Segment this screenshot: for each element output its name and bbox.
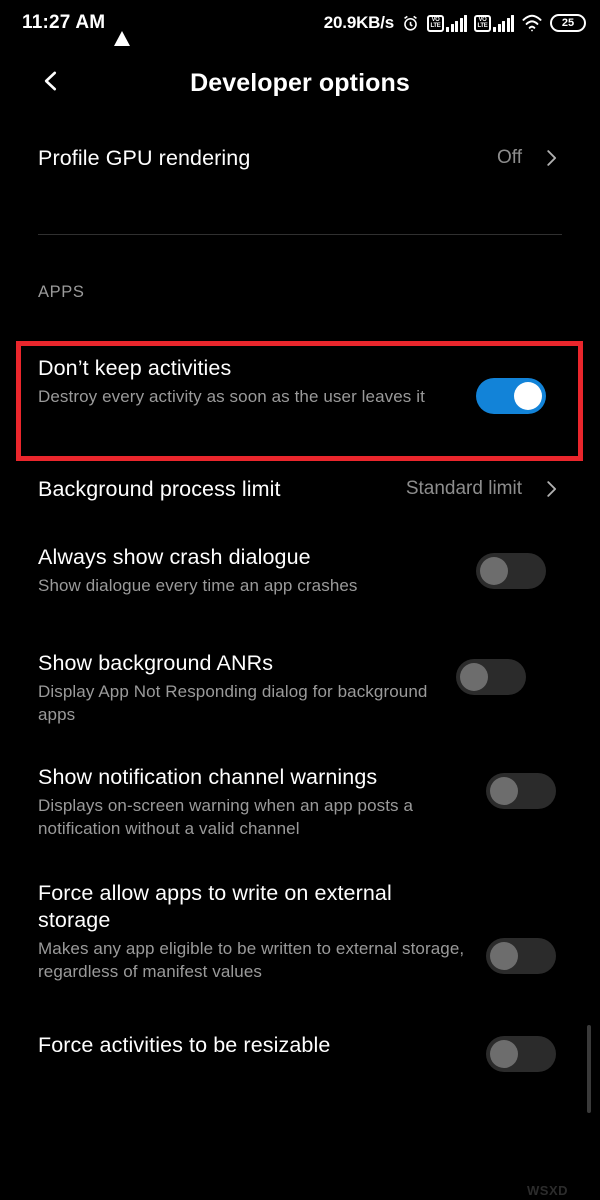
toggle-knob <box>490 777 518 805</box>
row-profile-gpu-rendering-title: Profile GPU rendering <box>38 145 251 170</box>
row-show-notification-channel-warnings-title: Show notification channel warnings <box>38 765 378 789</box>
volte-label-bottom: LTE <box>430 23 441 29</box>
section-header-apps: APPS <box>38 283 85 301</box>
back-button[interactable] <box>30 62 72 104</box>
toggle-force-allow-apps-external-storage[interactable] <box>486 938 556 974</box>
row-show-notification-channel-warnings[interactable]: Show notification channel warnings Displ… <box>0 764 600 860</box>
volte-sim1-icon: VO LTE <box>427 14 467 32</box>
toggle-always-show-crash-dialogue[interactable] <box>476 553 546 589</box>
toggle-dont-keep-activities[interactable] <box>476 377 546 414</box>
toggle-knob <box>514 381 542 410</box>
row-dont-keep-activities-title: Don’t keep activities <box>38 356 232 380</box>
toggle-knob <box>460 663 488 691</box>
app-header: Developer options <box>0 46 600 120</box>
page-title: Developer options <box>190 68 410 97</box>
row-background-process-limit-title: Background process limit <box>38 476 281 501</box>
volte-label-bottom-2: LTE <box>477 23 488 29</box>
toggle-knob <box>480 557 508 585</box>
signal-bars-sim2-icon <box>493 14 514 32</box>
signal-bars-sim1-icon <box>446 14 467 32</box>
toggle-knob <box>490 942 518 970</box>
row-show-background-anrs-text: Show background ANRs Display App Not Res… <box>38 650 438 726</box>
toggle-show-background-anrs[interactable] <box>456 659 526 695</box>
row-show-notification-channel-warnings-text: Show notification channel warnings Displ… <box>38 764 468 840</box>
volte-sim2-icon: VO LTE <box>474 14 514 32</box>
battery-icon: 25 <box>550 14 586 32</box>
row-force-allow-apps-external-storage[interactable]: Force allow apps to write on external st… <box>0 880 600 1010</box>
row-force-activities-resizable[interactable]: Force activities to be resizable <box>0 1032 600 1092</box>
row-background-process-limit-text: Background process limit <box>38 476 406 503</box>
row-show-background-anrs-title: Show background ANRs <box>38 651 274 675</box>
row-profile-gpu-rendering[interactable]: Profile GPU rendering Off <box>0 120 600 196</box>
row-force-activities-resizable-title: Force activities to be resizable <box>38 1033 331 1057</box>
row-show-notification-channel-warnings-sub: Displays on-screen warning when an app p… <box>38 796 414 838</box>
alarm-clock-icon <box>401 14 420 33</box>
vertical-scrollbar[interactable] <box>587 1025 591 1113</box>
chevron-right-icon-2 <box>538 478 562 500</box>
row-dont-keep-activities-sub: Destroy every activity as soon as the us… <box>38 387 425 406</box>
toggle-knob <box>490 1040 518 1068</box>
settings-list[interactable]: Profile GPU rendering Off APPS Don’t kee… <box>0 120 600 1092</box>
status-bar-clock: 11:27 AM <box>22 12 106 33</box>
row-force-allow-apps-external-storage-title: Force allow apps to write on external st… <box>38 881 392 932</box>
battery-level-label: 25 <box>561 17 575 29</box>
row-background-process-limit[interactable]: Background process limit Standard limit <box>0 458 600 520</box>
row-always-show-crash-dialogue-title: Always show crash dialogue <box>38 545 311 569</box>
row-show-background-anrs-sub: Display App Not Responding dialog for ba… <box>38 682 428 724</box>
toggle-force-activities-resizable[interactable] <box>486 1036 556 1072</box>
chevron-right-icon <box>538 147 562 169</box>
phone-screen: 11:27 AM 20.9KB/s VO LTE VO LTE 25 Devel… <box>0 0 600 1200</box>
row-always-show-crash-dialogue-sub: Show dialogue every time an app crashes <box>38 576 358 595</box>
row-background-process-limit-value: Standard limit <box>405 478 522 499</box>
row-force-allow-apps-external-storage-sub: Makes any app eligible to be written to … <box>38 939 465 981</box>
row-profile-gpu-rendering-text: Profile GPU rendering <box>38 145 497 172</box>
watermark-label: WSXD <box>527 1183 568 1198</box>
status-bar-right: 20.9KB/s VO LTE VO LTE 25 <box>324 13 586 33</box>
row-dont-keep-activities-text: Don’t keep activities Destroy every acti… <box>38 355 458 408</box>
back-chevron-icon <box>38 68 64 99</box>
row-always-show-crash-dialogue[interactable]: Always show crash dialogue Show dialogue… <box>0 544 600 626</box>
row-force-activities-resizable-text: Force activities to be resizable <box>38 1032 468 1059</box>
row-show-background-anrs[interactable]: Show background ANRs Display App Not Res… <box>0 650 600 746</box>
row-profile-gpu-rendering-value: Off <box>497 147 522 168</box>
wifi-icon <box>521 14 543 32</box>
status-bar-left: 11:27 AM <box>22 12 131 46</box>
network-speed-label: 20.9KB/s <box>323 13 394 32</box>
row-force-allow-apps-external-storage-text: Force allow apps to write on external st… <box>38 880 468 983</box>
status-bar: 11:27 AM 20.9KB/s VO LTE VO LTE 25 <box>0 0 600 46</box>
row-dont-keep-activities[interactable]: Don’t keep activities Destroy every acti… <box>0 340 600 436</box>
row-always-show-crash-dialogue-text: Always show crash dialogue Show dialogue… <box>38 544 458 597</box>
toggle-show-notification-channel-warnings[interactable] <box>486 773 556 809</box>
